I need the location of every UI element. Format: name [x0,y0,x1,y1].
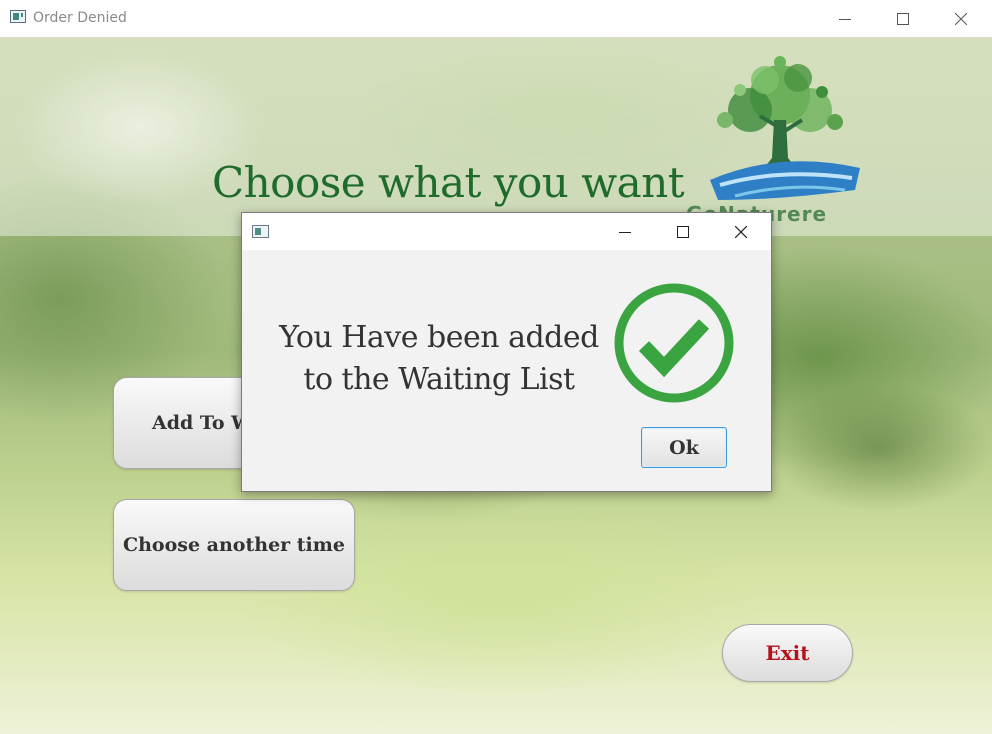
window-title: Order Denied [33,10,127,26]
exit-button[interactable]: Exit [722,624,853,682]
checkmark-icon [614,283,734,403]
dialog-app-icon [252,225,269,238]
dialog-maximize-button[interactable] [654,213,712,250]
dialog-minimize-button[interactable] [596,213,654,250]
maximize-icon [677,225,689,238]
maximize-icon [897,12,909,25]
app-icon [10,10,26,23]
ok-button[interactable]: Ok [641,427,727,468]
minimize-icon [619,231,631,233]
maximize-button[interactable] [880,0,926,37]
close-icon [735,225,747,238]
dialog-message: You Have been added to the Waiting List [274,317,604,401]
choose-another-time-button[interactable]: Choose another time [113,499,355,591]
dialog-message-line-2: to the Waiting List [303,362,575,397]
confirmation-dialog: You Have been added to the Waiting List … [241,212,772,492]
close-icon [955,12,967,25]
close-button[interactable] [938,0,984,37]
dialog-message-line-1: You Have been added [279,320,599,355]
minimize-button[interactable] [822,0,868,37]
minimize-icon [839,18,851,20]
dialog-titlebar [242,213,771,250]
dialog-close-button[interactable] [712,213,770,250]
window-titlebar: Order Denied [0,0,992,38]
page-title: Choose what you want [212,158,685,207]
